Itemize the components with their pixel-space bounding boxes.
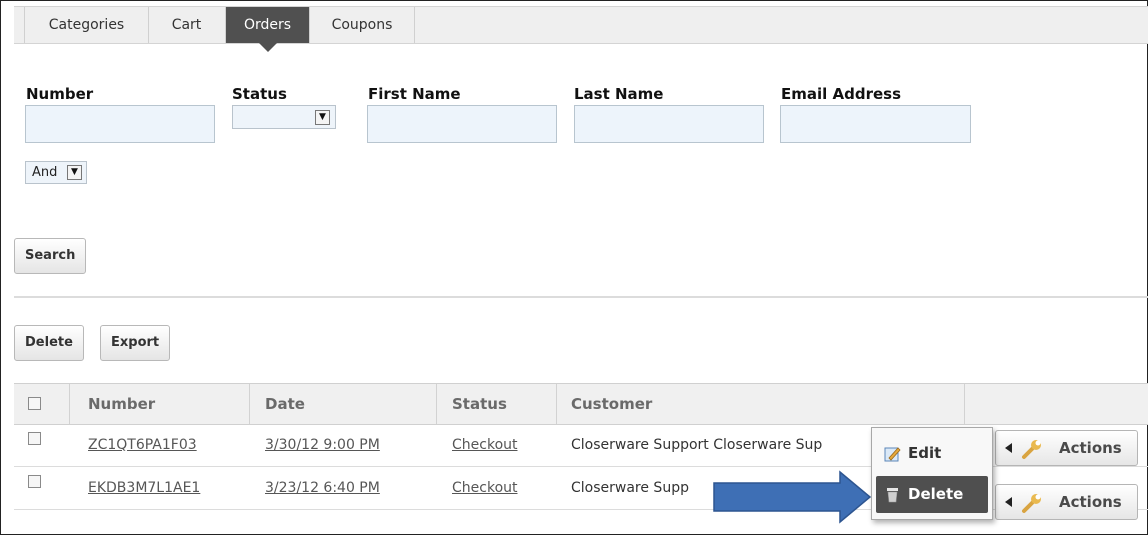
order-date-link[interactable]: 3/23/12 6:40 PM <box>265 467 380 509</box>
customer-name: Closerware Support Closerware Sup <box>571 437 823 453</box>
column-header-customer[interactable]: Customer <box>571 384 652 424</box>
last-name-label: Last Name <box>574 85 664 103</box>
row-checkbox[interactable] <box>28 475 41 488</box>
wrench-icon <box>1022 494 1041 513</box>
menu-item-label: Edit <box>908 444 942 462</box>
email-input[interactable] <box>780 105 971 143</box>
menu-item-delete[interactable]: Delete <box>876 476 988 513</box>
status-label: Status <box>232 85 287 103</box>
chevron-down-icon: ▼ <box>67 165 82 180</box>
order-status-link[interactable]: Checkout <box>452 424 518 466</box>
column-divider <box>556 384 557 424</box>
column-header-status[interactable]: Status <box>452 384 507 424</box>
actions-button[interactable]: Actions <box>995 484 1138 520</box>
export-button[interactable]: Export <box>100 325 171 361</box>
divider <box>14 296 1148 298</box>
wrench-icon <box>1022 440 1041 459</box>
order-number-link[interactable]: EKDB3M7L1AE1 <box>88 467 200 509</box>
actions-label: Actions <box>1059 439 1122 457</box>
arrow-annotation-icon <box>713 470 872 524</box>
table-header: Number Date Status Customer <box>14 383 1148 425</box>
context-menu: Edit Delete <box>871 427 993 520</box>
operator-select[interactable]: And ▼ <box>25 161 87 184</box>
operator-select-value: And <box>32 165 58 180</box>
column-divider <box>249 384 250 424</box>
number-input[interactable] <box>25 105 215 143</box>
tab-coupons[interactable]: Coupons <box>310 7 415 43</box>
chevron-down-icon: ▼ <box>315 110 330 125</box>
order-status-link[interactable]: Checkout <box>452 467 518 509</box>
order-date-link[interactable]: 3/30/12 9:00 PM <box>265 424 380 466</box>
first-name-input[interactable] <box>367 105 557 143</box>
customer-name: Closerware Supp <box>571 480 689 496</box>
search-button[interactable]: Search <box>14 238 87 274</box>
column-header-number[interactable]: Number <box>88 384 155 424</box>
delete-button[interactable]: Delete <box>14 325 84 361</box>
tab-cart[interactable]: Cart <box>148 7 226 43</box>
caret-left-icon <box>1005 497 1012 507</box>
actions-label: Actions <box>1059 493 1122 511</box>
caret-left-icon <box>1005 443 1012 453</box>
edit-icon <box>884 447 901 462</box>
number-label: Number <box>26 85 94 103</box>
tab-bar: Categories Cart Orders Coupons <box>14 6 1148 52</box>
status-select[interactable]: ▼ <box>232 105 336 129</box>
tab-categories[interactable]: Categories <box>24 7 149 43</box>
menu-item-label: Delete <box>908 485 964 503</box>
column-header-date[interactable]: Date <box>265 384 305 424</box>
row-checkbox[interactable] <box>28 432 41 445</box>
column-divider <box>964 384 965 424</box>
order-number-link[interactable]: ZC1QT6PA1F03 <box>88 424 197 466</box>
select-all-checkbox[interactable] <box>28 397 41 410</box>
trash-icon <box>887 488 898 503</box>
tab-orders[interactable]: Orders <box>226 7 310 52</box>
last-name-input[interactable] <box>574 105 764 143</box>
menu-item-edit[interactable]: Edit <box>876 435 988 472</box>
first-name-label: First Name <box>368 85 461 103</box>
column-divider <box>436 384 437 424</box>
email-label: Email Address <box>781 85 902 103</box>
column-divider <box>69 384 70 424</box>
actions-button[interactable]: Actions <box>995 430 1138 466</box>
